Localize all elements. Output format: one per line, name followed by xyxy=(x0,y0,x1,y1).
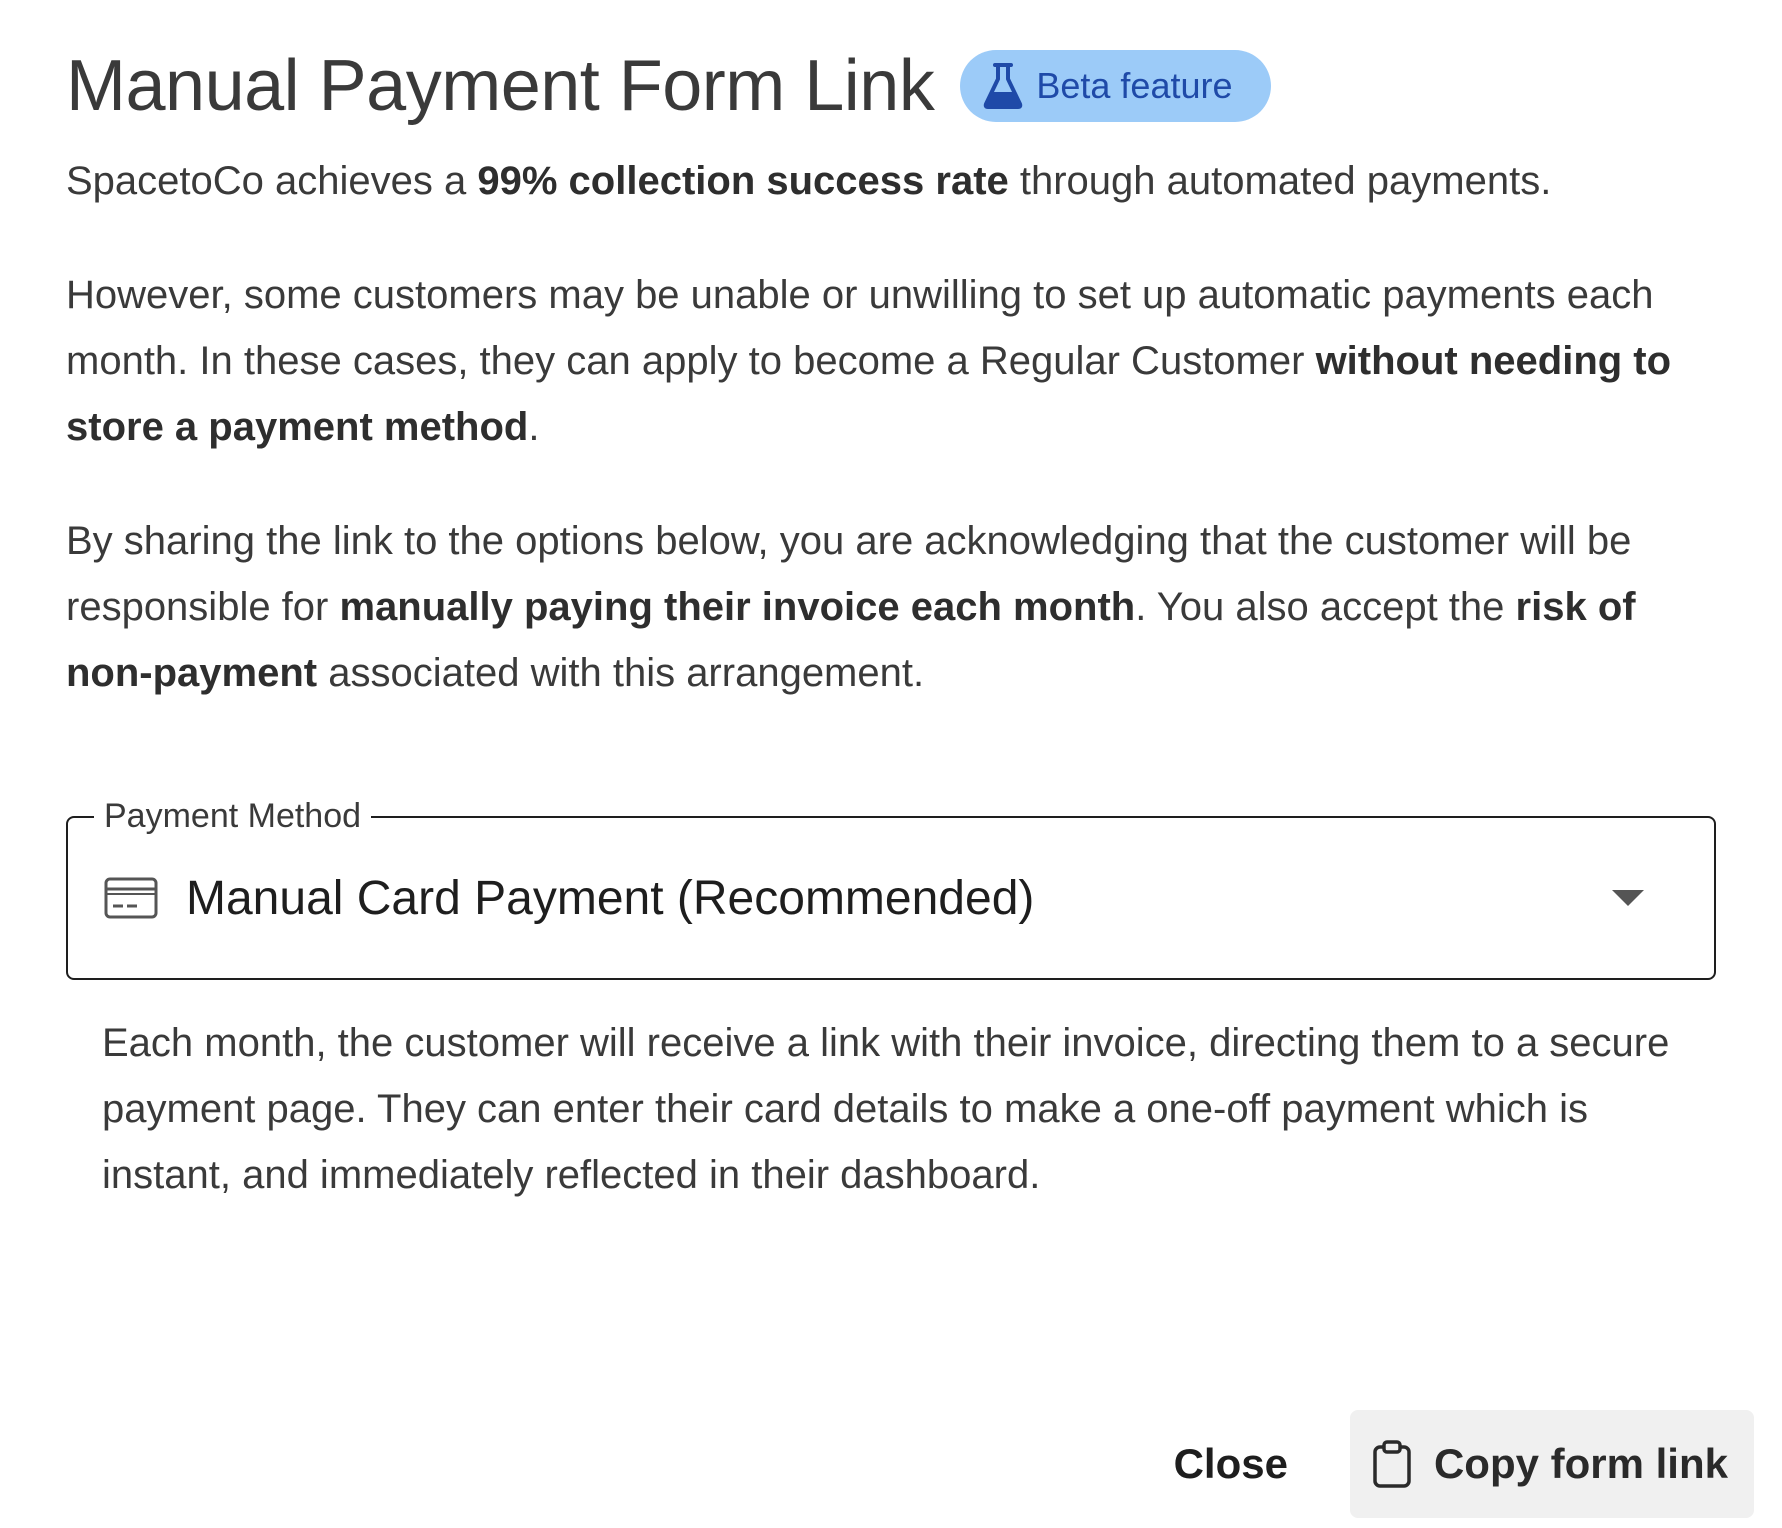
clipboard-icon xyxy=(1373,1440,1411,1488)
payment-method-label: Payment Method xyxy=(94,796,372,836)
intro-bold-1: 99% collection success rate xyxy=(477,159,1009,203)
dialog-header: Manual Payment Form Link Beta feature xyxy=(66,44,1716,128)
copy-form-link-button[interactable]: Copy form link xyxy=(1349,1410,1754,1518)
intro-text-1: SpacetoCo achieves a xyxy=(66,159,478,203)
acknowledgement-paragraph: By sharing the link to the options below… xyxy=(66,508,1716,706)
copy-form-link-label: Copy form link xyxy=(1433,1440,1728,1487)
explanation-paragraph: However, some customers may be unable or… xyxy=(66,262,1716,460)
ack-text-3: associated with this arrangement. xyxy=(317,651,925,695)
intro-text-2: through automated payments. xyxy=(1008,159,1552,203)
credit-card-icon xyxy=(104,877,158,919)
beta-badge: Beta feature xyxy=(960,50,1271,122)
close-button[interactable]: Close xyxy=(1174,1440,1288,1488)
intro-paragraph: SpacetoCo achieves a 99% collection succ… xyxy=(66,148,1716,214)
dialog-title: Manual Payment Form Link xyxy=(66,46,935,126)
ack-text-2: . You also accept the xyxy=(1135,585,1516,629)
beta-badge-label: Beta feature xyxy=(1036,65,1233,106)
payment-method-select[interactable]: Payment Method Manual Card Payment (Reco… xyxy=(66,796,1716,980)
manual-payment-dialog: Manual Payment Form Link Beta feature Sp… xyxy=(0,0,1782,1528)
ack-bold-1: manually paying their invoice each month xyxy=(339,585,1136,629)
payment-method-helper-text: Each month, the customer will receive a … xyxy=(102,1021,1670,1197)
explanation-text-2: . xyxy=(528,405,540,449)
payment-method-value: Manual Card Payment (Recommended) xyxy=(186,871,1035,925)
flask-icon xyxy=(984,63,1023,109)
chevron-down-icon[interactable] xyxy=(1612,890,1644,906)
dialog-actions: Close Copy form link xyxy=(1174,1410,1754,1518)
